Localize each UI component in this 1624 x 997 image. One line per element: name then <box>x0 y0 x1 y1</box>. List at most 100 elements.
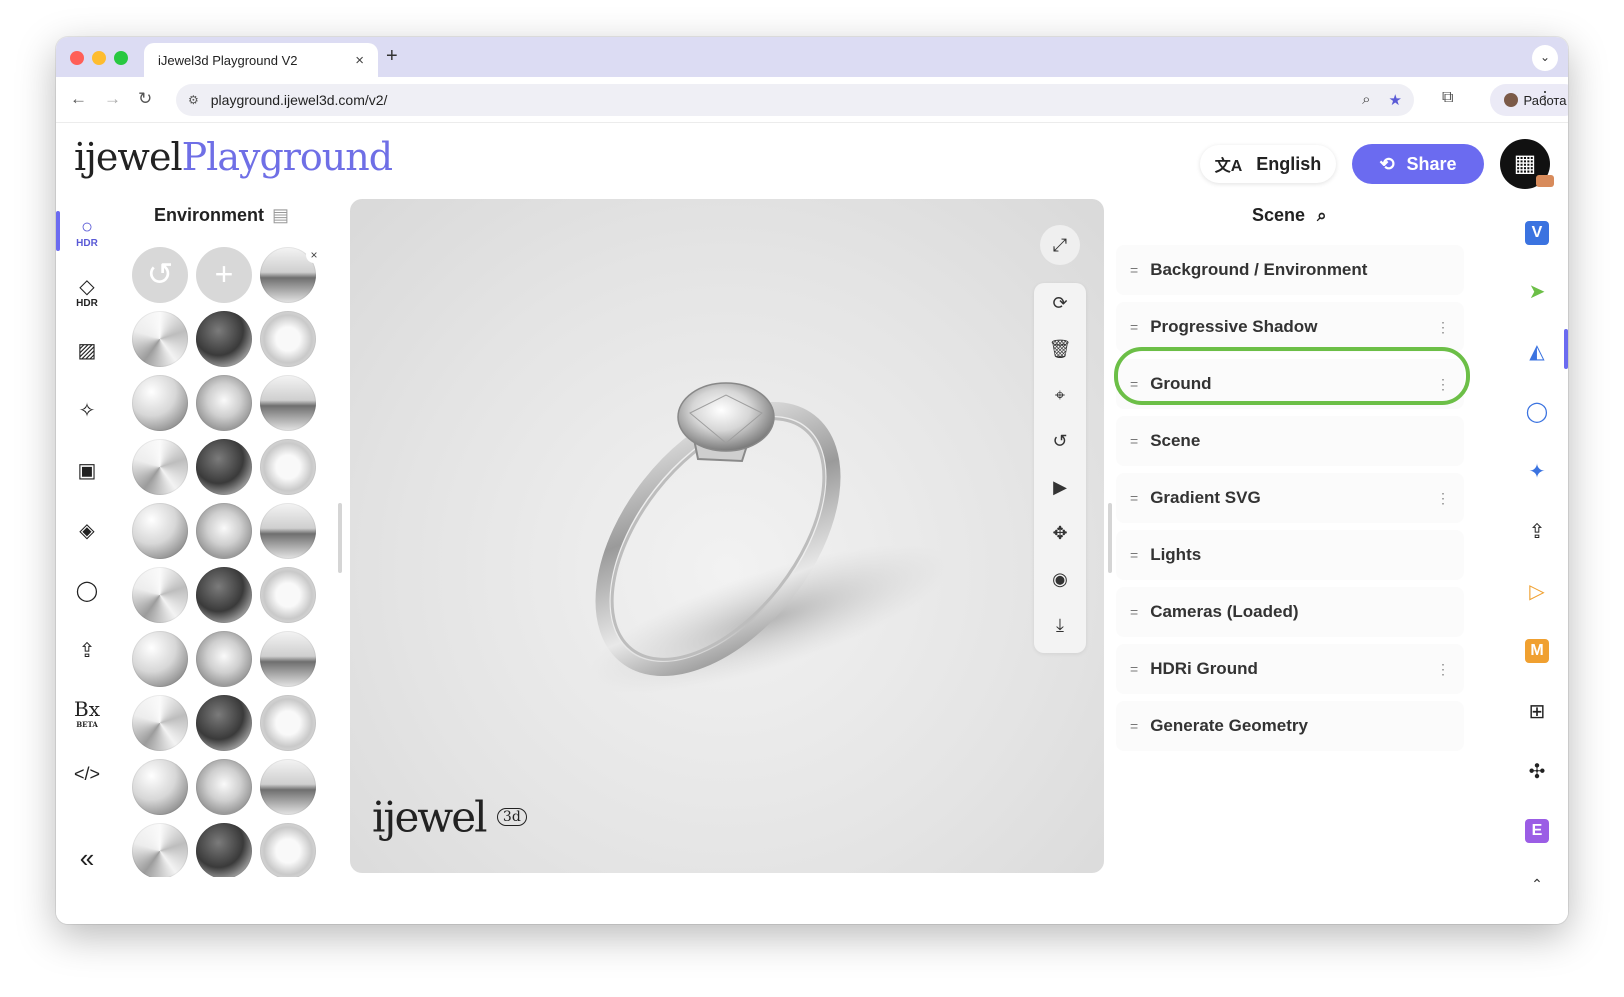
drag-handle-icon[interactable]: = <box>1130 661 1138 677</box>
left-splitter-handle[interactable] <box>338 503 342 573</box>
hatch-icon[interactable]: ▨ <box>72 341 102 361</box>
upload-icon[interactable]: ⇪ <box>1522 517 1552 547</box>
maximize-window-button[interactable] <box>114 51 128 65</box>
environment-thumbnail[interactable] <box>260 759 316 815</box>
site-settings-icon[interactable]: ⚙ <box>188 93 199 107</box>
bookmark-star-icon[interactable]: ★ <box>1389 91 1402 109</box>
environment-thumbnail[interactable] <box>260 695 316 751</box>
environment-thumbnail[interactable] <box>196 823 252 877</box>
environment-thumbnail[interactable] <box>132 567 188 623</box>
environment-thumbnail[interactable] <box>132 631 188 687</box>
drag-handle-icon[interactable]: = <box>1130 262 1138 278</box>
scene-item[interactable]: = Generate Geometry <box>1116 701 1464 751</box>
v-badge-icon[interactable]: V <box>1525 221 1549 245</box>
diamond-hdr-icon[interactable]: ◇ HDR <box>72 277 102 309</box>
environment-thumbnail[interactable] <box>260 311 316 367</box>
grid-icon[interactable]: ⊞ <box>1522 697 1552 727</box>
item-menu-icon[interactable]: ⋮ <box>1436 490 1450 507</box>
circle-icon[interactable]: ◯ <box>1522 397 1552 427</box>
reset-rotation-icon[interactable]: ↺ <box>1034 431 1086 452</box>
image-frame-icon[interactable]: ▣ <box>72 461 102 481</box>
collapse-chevron-icon[interactable]: ⌃ <box>1522 869 1552 899</box>
m-badge-icon[interactable]: M <box>1525 639 1549 663</box>
trash-icon[interactable]: 🗑 <box>1034 339 1086 360</box>
environment-thumbnail[interactable] <box>132 503 188 559</box>
scene-item[interactable]: = Lights <box>1116 530 1464 580</box>
sparkle-icon[interactable]: ✧ <box>72 401 102 421</box>
e-badge-icon[interactable]: E <box>1525 819 1549 843</box>
drag-handle-icon[interactable]: = <box>1130 490 1138 506</box>
scene-item[interactable]: = Scene <box>1116 416 1464 466</box>
zoom-icon[interactable]: ⌕ <box>1362 91 1370 109</box>
ground-plane-icon[interactable]: ◈ <box>72 521 102 541</box>
scene-search-icon[interactable]: ⌕ <box>1317 206 1327 225</box>
scene-item[interactable]: = Progressive Shadow ⋮ <box>1116 302 1464 352</box>
shapes-icon[interactable]: ◭ <box>1522 337 1552 367</box>
environment-thumbnail[interactable] <box>196 695 252 751</box>
scene-item[interactable]: = Cameras (Loaded) <box>1116 587 1464 637</box>
collapse-panel-icon[interactable]: « <box>72 845 102 871</box>
language-button[interactable]: 文A English <box>1200 145 1336 183</box>
scene-item[interactable]: = Background / Environment <box>1116 245 1464 295</box>
hdr-circle-icon[interactable]: ○ HDR <box>72 217 102 249</box>
extensions-icon[interactable]: ⧉ <box>1442 89 1453 107</box>
environment-thumbnail[interactable] <box>196 375 252 431</box>
ring-icon[interactable]: ◯ <box>72 581 102 601</box>
puzzle-icon[interactable]: ✣ <box>1522 757 1552 787</box>
minimize-window-button[interactable] <box>92 51 106 65</box>
add-environment-button[interactable]: + <box>196 247 252 303</box>
remove-environment-icon[interactable]: × <box>306 247 322 263</box>
new-tab-button[interactable]: + <box>386 45 398 68</box>
bx-beta-icon[interactable]: Bx BETA <box>72 699 102 728</box>
right-splitter-handle[interactable] <box>1108 503 1112 573</box>
environment-thumbnail[interactable] <box>260 439 316 495</box>
rotate-sync-icon[interactable]: ⟳ <box>1034 293 1086 314</box>
environment-thumbnail[interactable] <box>196 631 252 687</box>
environment-thumbnail[interactable] <box>260 567 316 623</box>
browser-tab[interactable]: iJewel3d Playground V2 × <box>144 43 378 77</box>
environment-thumbnail[interactable] <box>260 823 316 877</box>
environment-thumbnail[interactable] <box>196 311 252 367</box>
environment-thumbnail[interactable] <box>196 567 252 623</box>
camera-icon[interactable]: ◉ <box>1034 569 1086 590</box>
environment-thumbnail[interactable] <box>132 311 188 367</box>
environment-thumbnail[interactable] <box>132 823 188 877</box>
app-logo[interactable]: ijewelPlayground <box>74 135 393 179</box>
drag-handle-icon[interactable]: = <box>1130 718 1138 734</box>
drag-handle-icon[interactable]: = <box>1130 319 1138 335</box>
cursor-icon[interactable]: ➤ <box>1522 277 1552 307</box>
address-bar[interactable]: ⚙ playground.ijewel3d.com/v2/ ⌕ ★ <box>176 84 1414 116</box>
environment-thumbnail[interactable] <box>260 503 316 559</box>
star-icon[interactable]: ✦ <box>1522 457 1552 487</box>
move-arrows-icon[interactable]: ✥ <box>1034 523 1086 544</box>
environment-thumbnail[interactable] <box>196 759 252 815</box>
drag-handle-icon[interactable]: = <box>1130 547 1138 563</box>
item-menu-icon[interactable]: ⋮ <box>1436 661 1450 678</box>
drag-handle-icon[interactable]: = <box>1130 604 1138 620</box>
fullscreen-icon[interactable]: ⤢ <box>1040 225 1080 265</box>
reload-icon[interactable]: ↻ <box>138 89 152 109</box>
drag-handle-icon[interactable]: = <box>1130 433 1138 449</box>
tab-search-chevron-icon[interactable]: ⌄ <box>1532 45 1558 71</box>
play-icon[interactable]: ▷ <box>1522 577 1552 607</box>
scene-item[interactable]: = HDRi Ground ⋮ <box>1116 644 1464 694</box>
3d-viewport[interactable]: ⤢ ⟳ 🗑 ⌖ ↺ ▶ ✥ ◉ ⤓ ijewel 3d <box>350 199 1104 873</box>
environment-thumbnail[interactable] <box>132 375 188 431</box>
play-circle-icon[interactable]: ▶ <box>1034 477 1086 498</box>
tab-close-icon[interactable]: × <box>355 52 364 69</box>
item-menu-icon[interactable]: ⋮ <box>1436 319 1450 336</box>
upload-icon[interactable]: ⇪ <box>72 641 102 661</box>
focus-frame-icon[interactable]: ⌖ <box>1034 385 1086 406</box>
environment-thumbnail[interactable] <box>260 631 316 687</box>
reset-environment-button[interactable]: ↺ <box>132 247 188 303</box>
forward-arrow-icon[interactable]: → <box>104 89 121 109</box>
code-icon[interactable]: </> <box>72 765 102 783</box>
environment-thumbnail[interactable] <box>132 695 188 751</box>
profile-button[interactable]: Работа <box>1490 84 1568 116</box>
browser-menu-icon[interactable]: ⋮ <box>1536 88 1554 109</box>
download-icon[interactable]: ⤓ <box>1034 615 1086 636</box>
share-button[interactable]: ⟲ Share <box>1352 144 1484 184</box>
back-arrow-icon[interactable]: ← <box>70 89 87 109</box>
environment-thumbnail[interactable] <box>132 439 188 495</box>
environment-thumbnail[interactable] <box>196 503 252 559</box>
